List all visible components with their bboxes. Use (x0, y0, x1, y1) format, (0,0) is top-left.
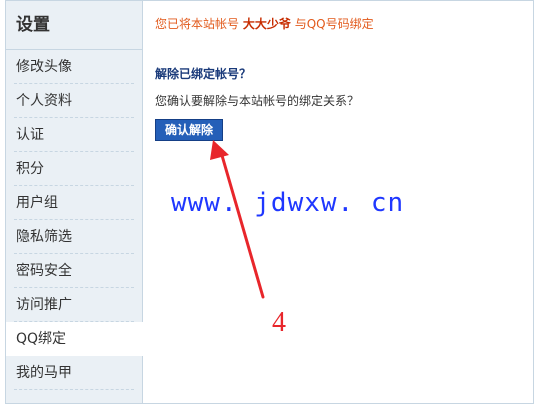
step-number: 4 (272, 307, 286, 338)
arrow-head (210, 140, 229, 160)
arrow-shaft (219, 150, 265, 299)
annotation-arrow (210, 140, 265, 299)
